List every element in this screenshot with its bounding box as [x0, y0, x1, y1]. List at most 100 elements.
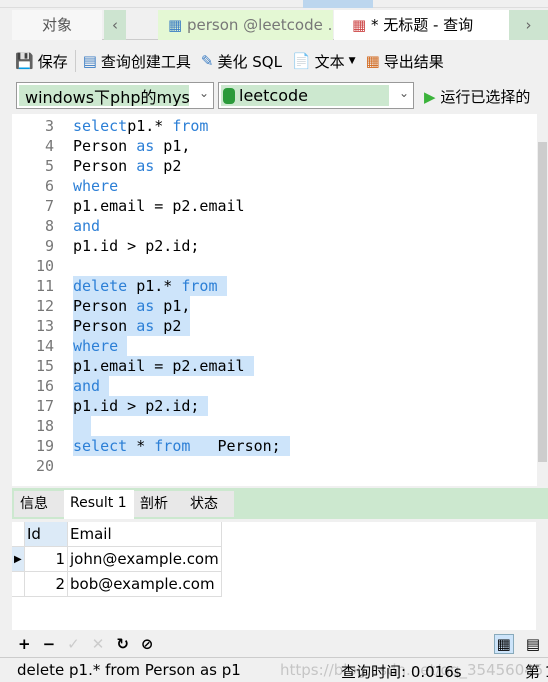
- stop-icon[interactable]: ⊘: [141, 635, 154, 653]
- sql-keyword: where: [73, 337, 119, 355]
- sql-keyword: delete: [73, 277, 128, 295]
- sql-editor[interactable]: 3 selectp1.* from 4 Person as p1, 5 Person as…: [12, 114, 537, 486]
- tab-info[interactable]: 信息: [14, 491, 64, 517]
- line-number: 7: [44, 197, 54, 215]
- save-label: 保存: [37, 52, 68, 71]
- sql-keyword: from: [154, 437, 191, 455]
- beautify-label: 美化 SQL: [217, 52, 282, 71]
- code-line[interactable]: where: [73, 336, 128, 356]
- export-icon: ▦: [365, 52, 380, 70]
- row-pointer-icon: ▶: [12, 547, 25, 572]
- sql-keyword: where: [73, 177, 119, 195]
- scroll-thumb[interactable]: [538, 142, 547, 462]
- discard-icon[interactable]: ✕: [92, 635, 105, 653]
- grid-view-icon[interactable]: ▦: [493, 634, 514, 654]
- delete-record-icon[interactable]: −: [43, 635, 56, 653]
- tab-bar: 对象 ‹ ▦ person @leetcode ... ▦ * 无标题 - 查询…: [12, 10, 548, 40]
- result-tabs: 信息 Result 1 剖析 状态: [12, 488, 548, 519]
- chevron-down-icon: ⌄: [198, 86, 209, 100]
- line-number: 19: [35, 437, 54, 455]
- code-line[interactable]: Person as p2: [73, 316, 191, 336]
- column-header-email[interactable]: Email: [68, 522, 222, 547]
- editor-scrollbar[interactable]: [537, 114, 548, 486]
- menu-highlight: [303, 0, 373, 8]
- chevron-down-icon: ⌄: [398, 86, 409, 100]
- beautify-sql-button[interactable]: ✎ 美化 SQL: [198, 51, 285, 72]
- line-number: 13: [35, 317, 54, 335]
- code-line[interactable]: Person as p1,: [73, 296, 191, 316]
- sql-keyword: from: [181, 277, 218, 295]
- table-icon: ▦: [168, 16, 183, 34]
- line-number: 4: [44, 137, 54, 155]
- line-number: 11: [35, 277, 54, 295]
- document-icon: 📄: [291, 52, 311, 70]
- text-button[interactable]: 📄 文本 ▼: [289, 51, 359, 72]
- export-label: 导出结果: [383, 52, 444, 71]
- cell-id[interactable]: 1: [25, 547, 68, 572]
- sql-text: Person: [73, 317, 137, 335]
- code-line[interactable]: where: [73, 176, 118, 196]
- sql-text: *: [127, 437, 155, 455]
- sql-text: p1.email = p2.email: [73, 357, 254, 375]
- cell-id[interactable]: 2: [25, 572, 68, 597]
- query-builder-icon: ▤: [82, 52, 97, 70]
- add-record-icon[interactable]: +: [18, 635, 31, 653]
- cell-email[interactable]: john@example.com: [68, 547, 222, 572]
- tab-objects[interactable]: 对象: [12, 10, 102, 40]
- form-view-icon[interactable]: ▤: [526, 635, 540, 653]
- apply-icon[interactable]: ✓: [67, 635, 80, 653]
- line-number: 9: [44, 237, 54, 255]
- code-line[interactable]: Person as p1,: [73, 136, 190, 156]
- tab-result-1[interactable]: Result 1: [64, 490, 134, 519]
- status-query-time: 查询时间: 0.016s: [341, 663, 462, 681]
- code-line[interactable]: delete p1.* from: [73, 276, 227, 296]
- query-icon: ▦: [352, 16, 367, 34]
- query-builder-button[interactable]: ▤ 查询创建工具: [80, 51, 194, 72]
- line-number: 20: [35, 457, 54, 475]
- sql-text: p1,: [154, 137, 191, 155]
- tab-scroll-left[interactable]: ‹: [104, 10, 126, 40]
- sql-keyword: as: [136, 317, 155, 335]
- code-line[interactable]: [73, 416, 92, 436]
- line-number: 10: [35, 257, 54, 275]
- code-line[interactable]: p1.email = p2.email: [73, 196, 245, 216]
- line-number: 5: [44, 157, 54, 175]
- tab-status[interactable]: 状态: [184, 491, 234, 517]
- tab-scroll-right[interactable]: ›: [509, 10, 548, 40]
- code-line[interactable]: p1.id > p2.id;: [73, 236, 199, 256]
- sql-text: p1.*: [127, 277, 182, 295]
- tab-label: person @leetcode ...: [186, 16, 333, 34]
- line-number: 17: [35, 397, 54, 415]
- refresh-icon[interactable]: ↻: [116, 635, 129, 653]
- code-line[interactable]: select * from Person;: [73, 436, 290, 456]
- export-results-button[interactable]: ▦ 导出结果: [363, 51, 447, 72]
- status-sql: delete p1.* from Person as p1: [17, 661, 241, 679]
- status-bar: delete p1.* from Person as p1 https://bl…: [0, 657, 548, 681]
- cell-email[interactable]: bob@example.com: [68, 572, 222, 597]
- tab-profile[interactable]: 剖析: [134, 491, 184, 517]
- code-line[interactable]: Person as p2: [73, 156, 181, 176]
- tab-person-table[interactable]: ▦ person @leetcode ...: [158, 10, 333, 40]
- sql-text: p1.*: [127, 117, 173, 135]
- code-line[interactable]: p1.id > p2.id;: [73, 396, 209, 416]
- sql-keyword: as: [136, 297, 155, 315]
- connection-select[interactable]: windows下php的mys ⌄: [16, 82, 214, 109]
- code-line[interactable]: p1.email = p2.email: [73, 356, 254, 376]
- column-header-id[interactable]: Id: [25, 522, 68, 547]
- code-line[interactable]: selectp1.* from: [73, 116, 208, 136]
- run-selected-button[interactable]: ▶ 运行已选择的: [424, 86, 530, 107]
- line-number: 3: [44, 117, 54, 135]
- code-line[interactable]: and: [73, 376, 110, 396]
- divider: [74, 50, 76, 72]
- save-button[interactable]: 💾 保存: [12, 51, 71, 72]
- code-line[interactable]: and: [73, 216, 100, 236]
- database-select[interactable]: leetcode ⌄: [218, 82, 414, 109]
- connection-value: windows下php的mys: [25, 87, 189, 107]
- tab-query[interactable]: ▦ * 无标题 - 查询: [334, 10, 519, 40]
- sql-text: p1,: [154, 297, 191, 315]
- sql-keyword: select: [73, 117, 128, 135]
- grid-scrollbar[interactable]: [536, 522, 548, 630]
